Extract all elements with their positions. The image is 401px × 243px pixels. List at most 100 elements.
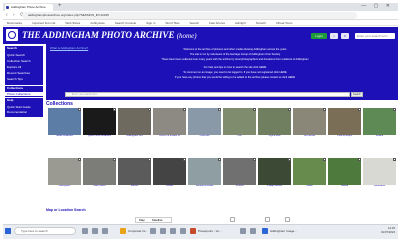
collection-caption[interactable]: Wharfe — [363, 135, 396, 137]
pinned-app-icon[interactable] — [150, 228, 156, 234]
sidebar-item-collection-search[interactable]: Collection Search — [7, 59, 31, 63]
collection-caption[interactable]: Hall — [223, 135, 256, 137]
collection-thumbnail[interactable]: Village Scenes — [258, 158, 291, 190]
home-icon[interactable]: ⌂ — [330, 33, 338, 39]
map-control-icon[interactable] — [265, 217, 270, 222]
login-button[interactable]: Login — [311, 33, 327, 39]
collection-caption[interactable]: Schools — [223, 185, 256, 187]
select-checkbox[interactable] — [253, 158, 256, 161]
select-checkbox[interactable] — [253, 108, 256, 111]
collection-image[interactable] — [48, 108, 81, 135]
collection-thumbnail[interactable]: Schools — [223, 158, 256, 190]
collection-image[interactable] — [223, 108, 256, 135]
pinned-app-icon[interactable] — [170, 228, 176, 234]
collection-caption[interactable]: Village Scenes — [258, 185, 291, 187]
taskbar-search-input[interactable]: Type here to search — [14, 227, 76, 235]
collection-caption[interactable]: Woodlands — [363, 185, 396, 187]
menu-icon[interactable]: ≡ — [341, 33, 349, 39]
collection-thumbnail[interactable]: Church St & Main St — [153, 108, 186, 140]
taskbar-app-label[interactable]: Powerpoint - Vo... — [198, 229, 222, 233]
collection-image[interactable] — [83, 108, 116, 135]
bookmark-link[interactable]: Search Console — [115, 21, 136, 25]
bookmark-link[interactable]: Scratch — [256, 21, 266, 25]
select-checkbox[interactable] — [358, 158, 361, 161]
select-checkbox[interactable] — [183, 158, 186, 161]
collection-thumbnail[interactable]: Hall — [223, 108, 256, 140]
map-control-icon[interactable] — [285, 217, 290, 222]
fullscreen-icon[interactable] — [230, 217, 235, 222]
collection-image[interactable] — [48, 158, 81, 185]
pinned-app-icon[interactable] — [160, 228, 166, 234]
tab-map[interactable]: Map — [139, 218, 145, 222]
collection-caption[interactable]: Quick Photo Collection — [83, 135, 116, 137]
select-checkbox[interactable] — [393, 108, 396, 111]
collection-caption[interactable]: Addingham Old — [118, 135, 151, 137]
select-checkbox[interactable] — [78, 158, 81, 161]
select-checkbox[interactable] — [323, 108, 326, 111]
select-checkbox[interactable] — [113, 108, 116, 111]
bookmark-link[interactable]: Search — [190, 21, 200, 25]
collection-image[interactable] — [293, 108, 326, 135]
collection-image[interactable] — [188, 108, 221, 135]
select-checkbox[interactable] — [288, 108, 291, 111]
sidebar-item-explore-all[interactable]: Explore All — [7, 65, 21, 69]
collection-caption[interactable]: People — [153, 185, 186, 187]
sidebar-item-quick-start-guide[interactable]: Quick Start Guide — [7, 105, 31, 109]
select-checkbox[interactable] — [218, 158, 221, 161]
collection-image[interactable] — [293, 158, 326, 185]
collection-image[interactable] — [363, 158, 396, 185]
bookmark-link[interactable]: Virtual Tours — [276, 21, 293, 25]
collection-thumbnail[interactable]: Addingham Old — [118, 108, 151, 140]
bookmark-link[interactable]: Fast Scores — [209, 21, 225, 25]
collection-thumbnail[interactable]: Railway & Roads — [188, 158, 221, 190]
sidebar-item-search-tips[interactable]: Search Tips — [7, 77, 23, 81]
collection-thumbnail[interactable]: Pubs & Shops — [328, 108, 361, 140]
bookmark-link[interactable]: Ashlight — [235, 21, 246, 25]
pinned-app-icon[interactable] — [240, 228, 246, 234]
taskbar-app-icon[interactable] — [120, 228, 126, 234]
collection-thumbnail[interactable]: Wildlife — [328, 158, 361, 190]
tab-satellite[interactable]: Satellite — [152, 218, 163, 222]
about-link[interactable]: What is Addingham Archive? — [50, 46, 88, 50]
collection-image[interactable] — [153, 108, 186, 135]
collection-image[interactable] — [258, 158, 291, 185]
url-field[interactable]: addinghamphotoarchive.org/index.php?SESS… — [22, 12, 357, 19]
collection-caption[interactable]: Railway & Roads — [188, 185, 221, 187]
pinned-app-icon[interactable] — [92, 228, 98, 234]
sidebar-item-documentation[interactable]: Documentation — [7, 110, 27, 114]
pinned-app-icon[interactable] — [82, 228, 88, 234]
collection-thumbnail[interactable]: Wharfe — [363, 108, 396, 140]
taskbar-app-icon[interactable] — [262, 228, 268, 234]
collection-thumbnail[interactable]: Addingham — [48, 158, 81, 190]
pinned-app-icon[interactable] — [102, 228, 108, 234]
collection-image[interactable] — [83, 158, 116, 185]
bookmark-link[interactable]: Ashbyssite — [90, 21, 105, 25]
collection-image[interactable] — [188, 158, 221, 185]
collection-caption[interactable]: Churches — [188, 135, 221, 137]
collection-image[interactable] — [118, 108, 151, 135]
collection-image[interactable] — [223, 158, 256, 185]
collection-image[interactable] — [328, 158, 361, 185]
collection-thumbnail[interactable]: Events — [118, 158, 151, 190]
select-checkbox[interactable] — [288, 158, 291, 161]
collection-caption[interactable]: Ings & Mills — [258, 135, 291, 137]
collection-caption[interactable]: Addingham — [48, 185, 81, 187]
select-checkbox[interactable] — [148, 108, 151, 111]
collection-image[interactable] — [153, 158, 186, 185]
header-search-input[interactable]: Enter your search term — [355, 33, 395, 39]
select-checkbox[interactable] — [113, 158, 116, 161]
start-icon[interactable] — [5, 228, 11, 234]
bookmark-link[interactable]: Imported From IE — [32, 21, 55, 25]
collection-caption[interactable]: Events — [118, 185, 151, 187]
collection-thumbnail[interactable]: Woodlands — [363, 158, 396, 190]
collection-image[interactable] — [118, 158, 151, 185]
window-controls[interactable]: — ▢ ✕ — [361, 3, 393, 9]
collection-thumbnail[interactable]: Ings & Mills — [258, 108, 291, 140]
collection-caption[interactable]: Church St & Main St — [153, 135, 186, 137]
sidebar-item-recent-searches[interactable]: Recent Searches — [7, 71, 30, 75]
pinned-app-icon[interactable] — [250, 228, 256, 234]
collection-caption[interactable]: Pubs & Shops — [328, 135, 361, 137]
pinned-app-icon[interactable] — [180, 228, 186, 234]
taskbar-app-icon[interactable] — [190, 228, 196, 234]
select-checkbox[interactable] — [183, 108, 186, 111]
